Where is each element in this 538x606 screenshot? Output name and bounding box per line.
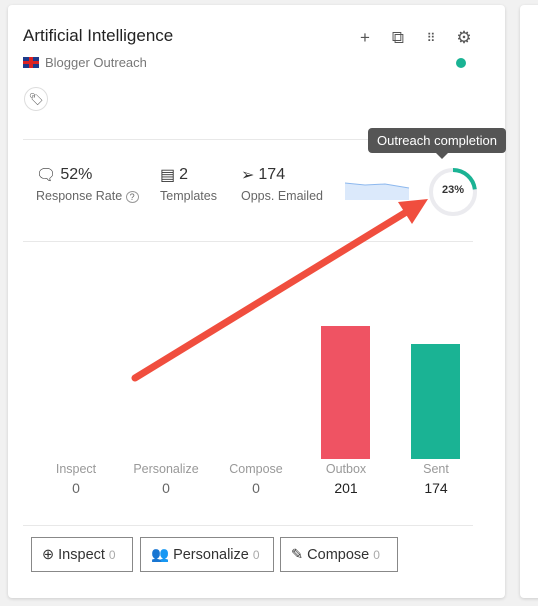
- zoom-in-icon: ⊕: [42, 546, 55, 563]
- stage-name: Personalize: [133, 462, 199, 476]
- user-search-icon: 👥: [151, 547, 170, 563]
- tooltip: Outreach completion: [368, 128, 506, 159]
- campaign-card: [8, 5, 505, 598]
- status-dot: [456, 58, 466, 68]
- stage-name: Outbox: [325, 462, 367, 476]
- personalize-button[interactable]: 👥 Personalize 0: [140, 537, 274, 572]
- compose-button[interactable]: ✎ Compose 0: [280, 537, 398, 572]
- grid-icon[interactable]: ⠿: [421, 28, 441, 48]
- gear-icon[interactable]: ⚙: [454, 28, 474, 48]
- stage-sent: Sent 174: [391, 462, 481, 496]
- stage-count: 201: [334, 480, 358, 496]
- stage-outbox: Outbox 201: [301, 462, 391, 496]
- stage-personalize: Personalize 0: [121, 462, 211, 496]
- button-label: Personalize: [173, 546, 249, 563]
- stage-count: 0: [162, 480, 170, 496]
- card-actions: + ⧉ ⠿ ⚙: [355, 28, 474, 48]
- next-campaign-card: [520, 5, 538, 598]
- chat-check-icon: 🗨: [36, 167, 57, 184]
- edit-icon: ✎: [291, 546, 304, 563]
- stage-inspect: Inspect 0: [31, 462, 121, 496]
- sparkline: [345, 182, 410, 200]
- stage-name: Compose: [229, 462, 283, 476]
- stat-value: 2: [179, 166, 189, 183]
- stage-compose: Compose 0: [211, 462, 301, 496]
- stat-response-rate: 🗨 52% Response Rate ?: [36, 165, 139, 203]
- stat-label: Templates: [160, 189, 217, 203]
- button-label: Inspect: [58, 546, 105, 563]
- stat-value: 174: [258, 166, 286, 183]
- stage-name: Inspect: [55, 462, 97, 476]
- tag-icon[interactable]: 🏷: [24, 87, 48, 111]
- stage-count: 0: [252, 480, 260, 496]
- copy-icon[interactable]: ⧉: [388, 28, 408, 48]
- stat-templates: ▤ 2 Templates: [160, 165, 217, 203]
- bar-sent: [411, 343, 460, 459]
- help-icon[interactable]: ?: [125, 191, 139, 203]
- inspect-button[interactable]: ⊕ Inspect 0: [31, 537, 133, 572]
- stage-count: 174: [424, 480, 448, 496]
- completion-value: 23%: [441, 184, 465, 196]
- uk-flag-icon: [23, 57, 39, 68]
- document-icon: ▤: [160, 167, 176, 184]
- campaign-type: Blogger Outreach: [23, 55, 147, 70]
- stage-name: Sent: [423, 462, 449, 476]
- plus-icon[interactable]: +: [355, 28, 375, 48]
- stat-value: 52%: [60, 166, 93, 183]
- stat-opps-emailed: ➢ 174 Opps. Emailed: [241, 165, 323, 203]
- stage-count: 0: [72, 480, 80, 496]
- button-count: 0: [108, 547, 116, 562]
- button-count: 0: [252, 547, 260, 562]
- button-label: Compose: [307, 546, 370, 563]
- divider: [23, 525, 473, 526]
- campaign-title[interactable]: Artificial Intelligence: [23, 26, 173, 46]
- divider: [23, 241, 473, 242]
- send-icon: ➢: [241, 167, 255, 184]
- bar-outbox: [321, 326, 370, 459]
- button-count: 0: [373, 547, 380, 562]
- campaign-type-label: Blogger Outreach: [45, 55, 147, 70]
- stat-label: Response Rate: [36, 189, 123, 203]
- stat-label: Opps. Emailed: [241, 189, 323, 203]
